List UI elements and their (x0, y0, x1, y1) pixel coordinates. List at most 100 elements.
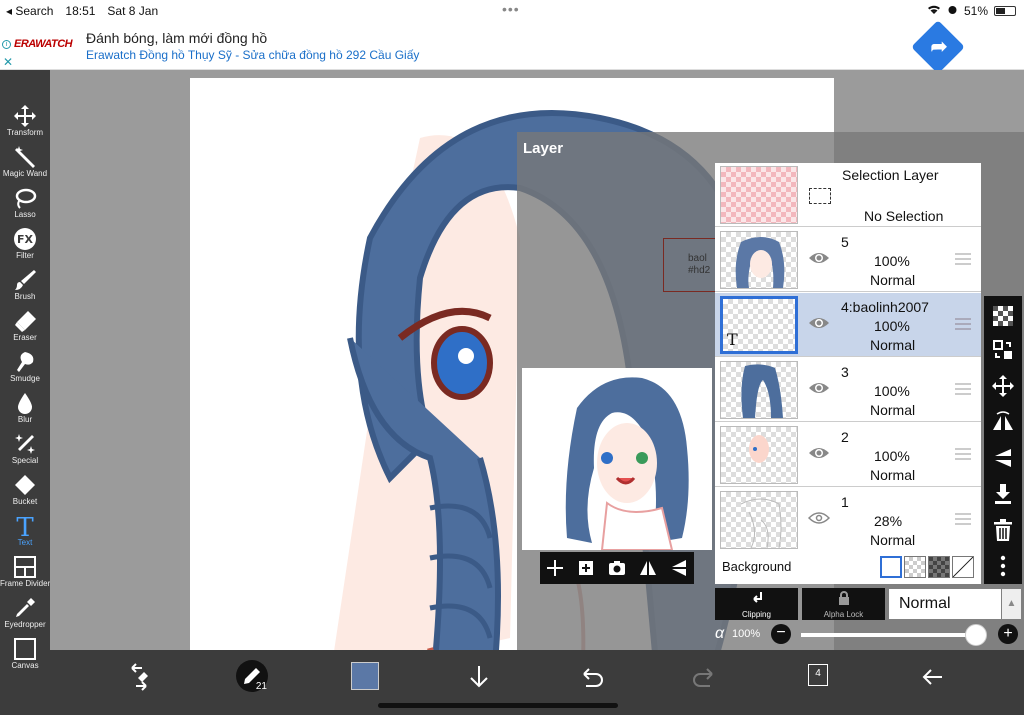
visibility-eye-icon[interactable] (808, 250, 830, 266)
ad-close-icon[interactable]: ✕ (3, 55, 13, 69)
move-layer-icon[interactable] (991, 374, 1015, 398)
visibility-eye-icon[interactable] (808, 445, 830, 461)
opacity-increase-button[interactable]: + (998, 624, 1018, 644)
layer-blend-mode: Normal (870, 532, 916, 548)
opacity-slider-row: α 100% − + (715, 622, 1022, 648)
back-arrow-icon[interactable] (916, 660, 950, 694)
home-indicator[interactable] (378, 703, 618, 708)
more-options-icon[interactable] (991, 554, 1015, 578)
ad-info-icon[interactable]: i (2, 40, 11, 49)
layer-name: 4:baolinh2007 (841, 299, 929, 315)
background-white-swatch[interactable] (880, 556, 902, 578)
drag-handle-icon[interactable] (955, 512, 971, 526)
layer-row-4[interactable]: T 4:baolinh2007 100% Normal (715, 293, 981, 357)
ad-banner[interactable]: i ✕ ERAWATCH Đánh bóng, làm mới đồng hồ … (0, 20, 1024, 74)
smudge-icon (17, 352, 34, 372)
layer-thumbnail (720, 426, 798, 484)
brush-size-button[interactable]: 21 (236, 660, 268, 692)
layer-thumbnail (720, 361, 798, 419)
layer-blend-mode: Normal (870, 467, 916, 483)
blend-mode-select[interactable]: Normal (889, 589, 1001, 619)
redo-icon[interactable] (688, 660, 722, 694)
visibility-eye-icon[interactable] (808, 380, 830, 396)
layer-name: 5 (841, 234, 849, 250)
camera-icon[interactable] (606, 557, 628, 579)
tool-filter[interactable]: FX Filter (0, 225, 50, 266)
tool-label: Bucket (12, 497, 38, 506)
visibility-eye-icon[interactable] (808, 315, 830, 331)
tool-eyedropper[interactable]: Eyedropper (0, 594, 50, 635)
layer-name: 2 (841, 429, 849, 445)
multitask-dots[interactable]: ••• (502, 1, 520, 17)
tool-transform[interactable]: Transform (0, 102, 50, 143)
flip-layer-vertical-icon[interactable] (991, 446, 1015, 470)
status-date: Sat 8 Jan (107, 4, 159, 18)
layer-opacity: 100% (874, 253, 910, 269)
drag-handle-icon[interactable] (955, 252, 971, 266)
background-row: Background (715, 549, 981, 584)
arrow-down-icon[interactable] (462, 660, 496, 694)
bucket-icon (15, 475, 35, 495)
layer-row-1[interactable]: 1 28% Normal (715, 488, 981, 552)
sparkle-icon (15, 434, 35, 454)
blend-mode-dropdown-icon[interactable]: ▲ (1002, 589, 1021, 619)
merge-layers-icon[interactable] (991, 338, 1015, 362)
tool-canvas[interactable]: Canvas (0, 635, 50, 676)
add-layer-icon[interactable] (544, 557, 566, 579)
opacity-slider-track[interactable] (801, 633, 976, 637)
blend-mode-bar: Clipping Alpha Lock Normal ▲ (715, 588, 1022, 620)
add-layer-copy-icon[interactable] (575, 557, 597, 579)
tool-eraser[interactable]: Eraser (0, 307, 50, 348)
opacity-decrease-button[interactable]: − (771, 624, 791, 644)
opacity-slider-knob[interactable] (965, 624, 987, 646)
tool-label: Text (17, 538, 33, 547)
tool-smudge[interactable]: Smudge (0, 348, 50, 389)
clipping-button[interactable]: Clipping (715, 588, 798, 620)
layer-opacity: 100% (874, 448, 910, 464)
current-color-swatch[interactable] (351, 662, 379, 690)
layer-row-3[interactable]: 3 100% Normal (715, 358, 981, 422)
selection-layer-row[interactable]: Selection Layer No Selection (715, 163, 981, 227)
background-dark-checker-swatch[interactable] (928, 556, 950, 578)
visibility-eye-icon[interactable] (808, 510, 830, 526)
swap-tool-icon[interactable] (122, 660, 156, 694)
tool-blur[interactable]: Blur (0, 389, 50, 430)
merge-down-icon[interactable] (991, 482, 1015, 506)
canvas-preview[interactable] (522, 368, 712, 550)
tool-frame-divider[interactable]: Frame Divider (0, 553, 50, 594)
tool-label: Eraser (13, 333, 37, 342)
ad-title[interactable]: Đánh bóng, làm mới đồng hồ (86, 30, 267, 46)
tool-special[interactable]: Special (0, 430, 50, 471)
tool-magic-wand[interactable]: Magic Wand (0, 143, 50, 184)
layer-thumbnail (720, 231, 798, 289)
drag-handle-icon[interactable] (955, 382, 971, 396)
selection-layer-status: No Selection (864, 208, 944, 224)
flip-vertical-icon[interactable] (668, 557, 690, 579)
background-none-swatch[interactable] (952, 556, 974, 578)
tool-bucket[interactable]: Bucket (0, 471, 50, 512)
flip-layer-horizontal-icon[interactable] (991, 410, 1015, 434)
background-checker-swatch[interactable] (904, 556, 926, 578)
back-to-app-link[interactable]: ◂ Search (6, 4, 53, 18)
clipping-label: Clipping (742, 610, 771, 619)
checkerboard-icon[interactable] (991, 304, 1015, 328)
ad-subtitle[interactable]: Erawatch Đồng hồ Thụy Sỹ - Sửa chữa đồng… (86, 48, 419, 62)
tool-text[interactable]: T Text (0, 512, 50, 553)
layer-row-2[interactable]: 2 100% Normal (715, 423, 981, 487)
drag-handle-icon[interactable] (955, 317, 971, 331)
canvas-text-box[interactable]: baol #hd2 (663, 238, 717, 292)
tool-label: Special (11, 456, 39, 465)
preview-toolbar (540, 552, 694, 584)
undo-icon[interactable] (574, 660, 608, 694)
tool-lasso[interactable]: Lasso (0, 184, 50, 225)
brush-size-value: 21 (255, 681, 267, 692)
layer-row-5[interactable]: 5 100% Normal (715, 228, 981, 292)
tool-brush[interactable]: Brush (0, 266, 50, 307)
selection-layer-title: Selection Layer (842, 167, 939, 183)
alpha-lock-button[interactable]: Alpha Lock (802, 588, 885, 620)
layers-button[interactable]: 4 (808, 664, 828, 686)
flip-horizontal-icon[interactable] (637, 557, 659, 579)
svg-text:T: T (16, 514, 34, 538)
drag-handle-icon[interactable] (955, 447, 971, 461)
trash-icon[interactable] (991, 518, 1015, 542)
